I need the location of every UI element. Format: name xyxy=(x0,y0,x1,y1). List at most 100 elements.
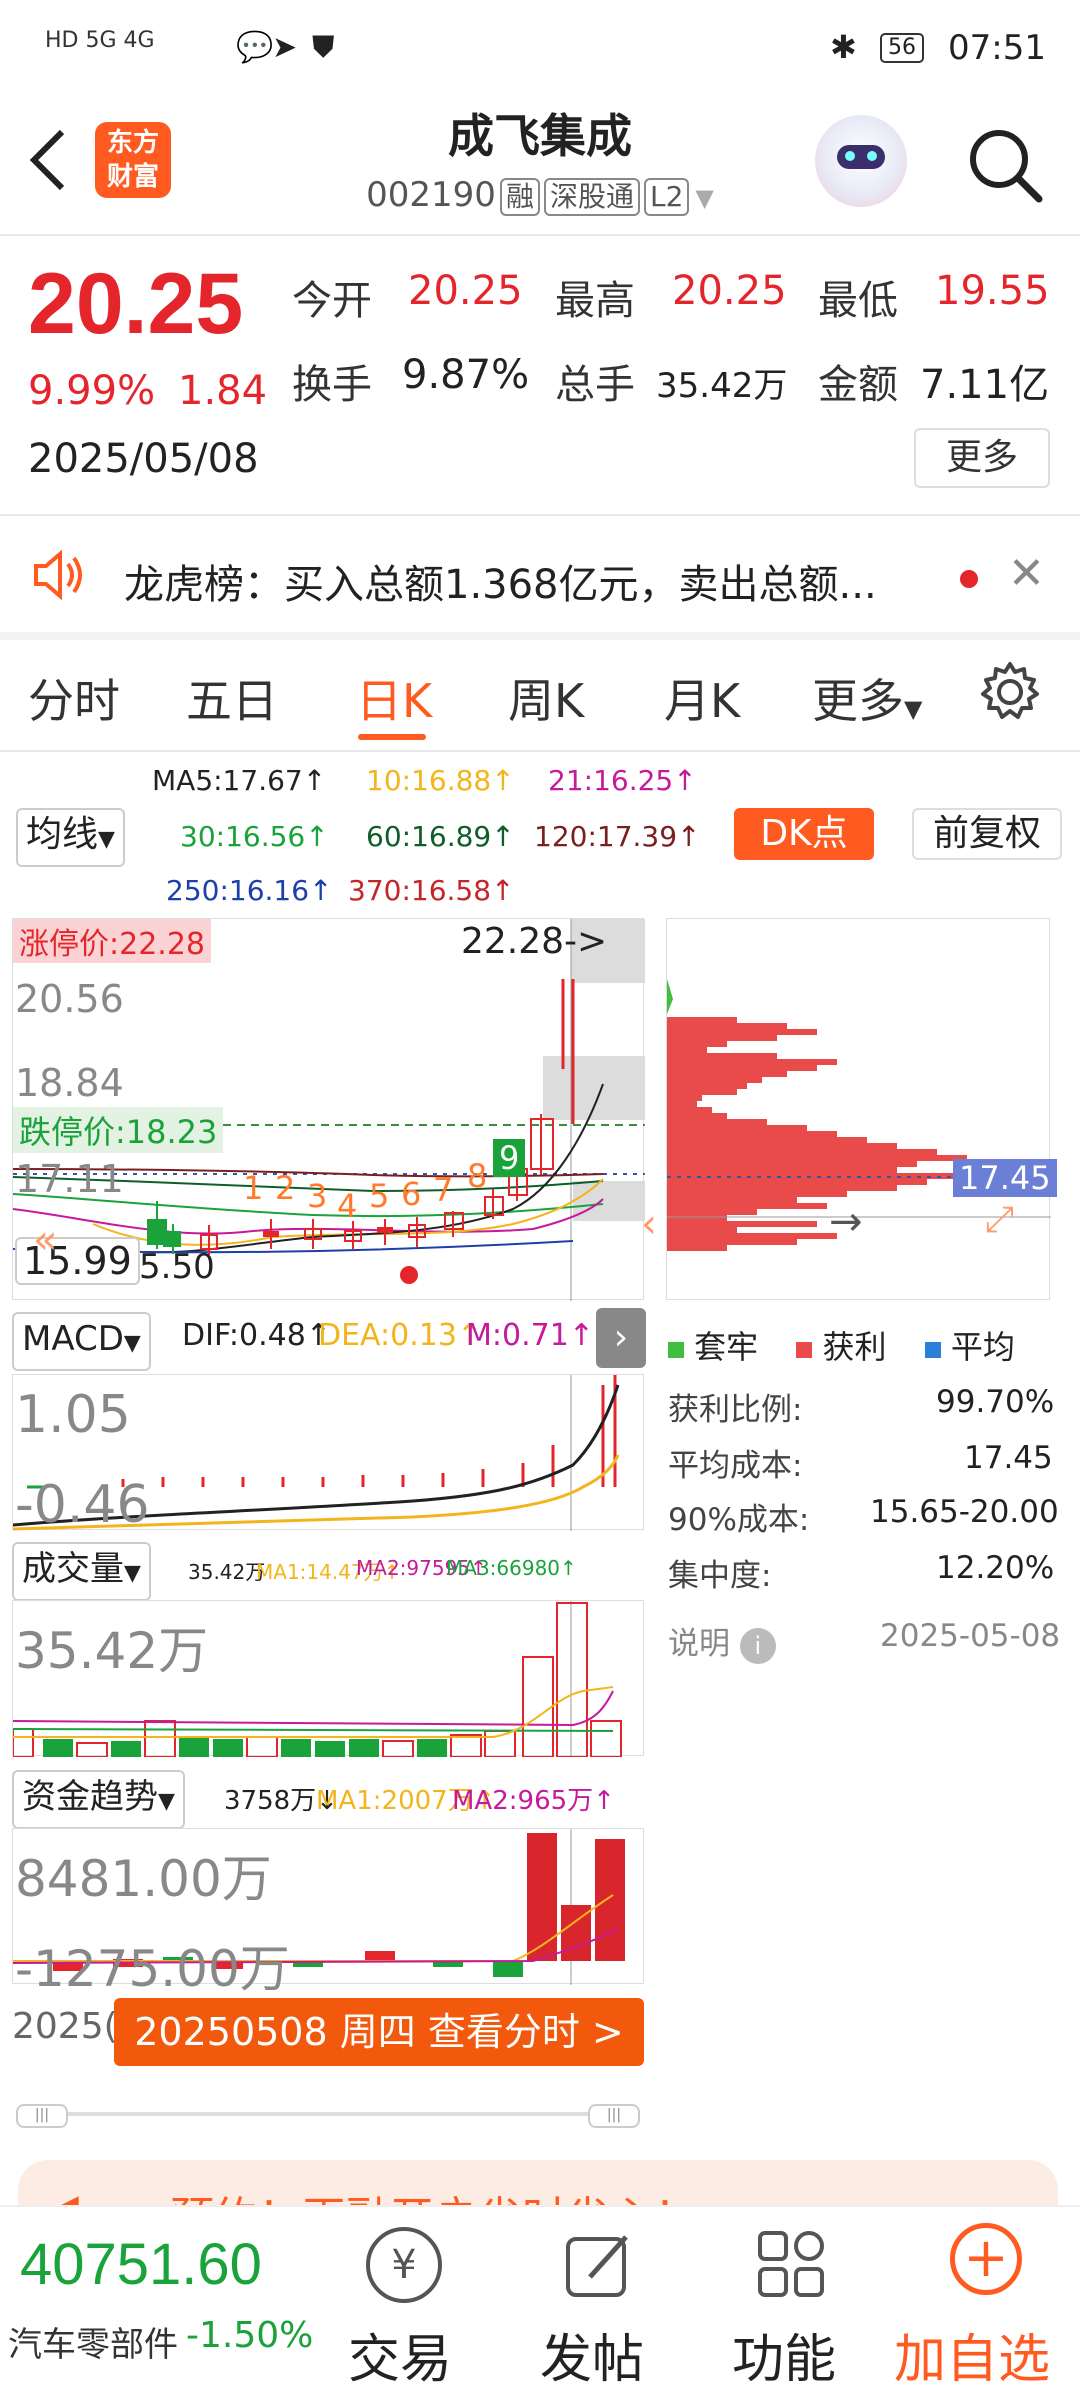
tab-intraday[interactable]: 分时 xyxy=(28,665,120,731)
settings-gear-icon[interactable] xyxy=(978,660,1042,724)
chip-stat-value: 12.20% xyxy=(936,1550,1055,1586)
function-button[interactable]: 功能 xyxy=(732,2317,836,2392)
macd-selector[interactable]: MACD▼ xyxy=(12,1312,151,1371)
amount-value: 7.11亿 xyxy=(920,362,1050,408)
fund-trend-selector[interactable]: 资金趋势▼ xyxy=(12,1770,185,1829)
chip-stat-label: 90%成本: xyxy=(668,1502,810,1538)
ma10-value: 10:16.88↑ xyxy=(366,764,515,797)
bottom-bar: 40751.60 汽车零部件 -1.50% ¥ 交易 发帖 功能 + 加自选 xyxy=(0,2205,1080,2400)
sector-index-value[interactable]: 40751.60 xyxy=(20,2231,262,2298)
expand-icon[interactable]: ⤢ xyxy=(985,1199,1014,1241)
kline-chart[interactable]: 涨停价:22.28 22.28-> 20.56 18.84 跌停价:18.23 … xyxy=(12,918,645,1301)
fund-trend-selector-label: 资金趋势 xyxy=(22,1777,158,1817)
robot-assistant-icon[interactable] xyxy=(815,115,907,207)
tab-monthly-k[interactable]: 月K xyxy=(664,665,740,731)
slider-track xyxy=(16,2112,640,2116)
ma-selector[interactable]: 均线▼ xyxy=(16,808,125,867)
volume-value: 35.42万 xyxy=(656,366,788,406)
stock-name: 成飞集成 xyxy=(448,109,632,163)
ma250-value: 250:16.16↑ xyxy=(166,874,333,907)
legend-swatch-profit xyxy=(796,1342,813,1358)
legend-trapped: 套牢 xyxy=(694,1328,759,1366)
adjust-button[interactable]: 前复权 xyxy=(912,808,1062,860)
add-watchlist-icon[interactable]: + xyxy=(950,2223,1022,2295)
avg-cost-tag: 17.45 xyxy=(953,1159,1057,1197)
chevron-left-icon[interactable]: « xyxy=(33,1217,57,1263)
chip-bars xyxy=(667,1017,977,1251)
chip-note[interactable]: 说明 i xyxy=(668,1618,776,1664)
speaker-icon xyxy=(34,550,82,600)
function-grid-icon[interactable] xyxy=(754,2227,830,2303)
chevron-left-icon[interactable]: ‹ xyxy=(641,1201,657,1247)
tag-margin: 融 xyxy=(499,178,540,216)
low-label: 最低 xyxy=(818,278,898,324)
tag-level2: L2 xyxy=(643,178,690,216)
add-watchlist-button[interactable]: 加自选 xyxy=(894,2317,1050,2392)
counter-label: 5 xyxy=(369,1177,390,1215)
legend-profit: 获利 xyxy=(822,1328,887,1366)
limit-up-tag: 22.28-> xyxy=(461,921,608,962)
dropdown-icon[interactable]: ▼ xyxy=(695,184,713,212)
post-edit-icon[interactable] xyxy=(560,2225,640,2305)
chip-stat-label: 获利比例: xyxy=(668,1392,803,1428)
divider xyxy=(0,514,1080,516)
notice-bar[interactable]: 龙虎榜：买入总额1.368亿元，卖出总额... ✕ xyxy=(0,518,1080,630)
macd-dif: DIF:0.48↑ xyxy=(182,1318,331,1353)
dropdown-icon: ▼ xyxy=(158,1789,175,1814)
tab-five-day[interactable]: 五日 xyxy=(186,665,278,731)
high-value: 20.25 xyxy=(672,268,787,314)
tab-daily-k[interactable]: 日K xyxy=(356,665,432,731)
volume-chart[interactable]: 35.42万 xyxy=(12,1600,644,1758)
ma21-value: 21:16.25↑ xyxy=(548,764,697,797)
low-value: 19.55 xyxy=(935,268,1050,314)
fund-trend-chart[interactable]: 8481.00万 -1275.00万 xyxy=(12,1828,644,1998)
dk-point-button[interactable]: DK点 xyxy=(734,808,874,860)
tab-more[interactable]: 更多▼ xyxy=(812,665,922,731)
range-slider[interactable]: ||| ||| xyxy=(16,2104,640,2128)
volume-selector-label: 成交量 xyxy=(22,1549,124,1589)
view-intraday-banner[interactable]: 20250508 周四 查看分时 > xyxy=(114,1998,644,2066)
chevron-right-icon[interactable]: › xyxy=(596,1308,646,1368)
volume-y-top: 35.42万 xyxy=(15,1622,209,1680)
slider-handle-left[interactable]: ||| xyxy=(16,2104,68,2128)
chip-stat-value: 99.70% xyxy=(936,1384,1055,1420)
chip-note-label: 说明 xyxy=(668,1626,730,1662)
tab-weekly-k[interactable]: 周K xyxy=(508,665,584,731)
fund-y-top: 8481.00万 xyxy=(15,1850,272,1908)
stock-code: 002190 xyxy=(366,175,496,215)
post-button[interactable]: 发帖 xyxy=(540,2317,644,2392)
close-icon[interactable]: ✕ xyxy=(1008,548,1045,599)
macd-chart[interactable]: 1.05 -0.46 xyxy=(12,1374,644,1535)
ma120-value: 120:17.39↑ xyxy=(534,820,701,853)
more-quote-button[interactable]: 更多 xyxy=(914,428,1050,488)
dropdown-icon: ▼ xyxy=(904,695,923,723)
divider xyxy=(0,234,1080,236)
limit-up-label: 涨停价:22.28 xyxy=(13,919,211,963)
notice-text: 龙虎榜：买入总额1.368亿元，卖出总额... xyxy=(124,562,877,608)
trade-button[interactable]: 交易 xyxy=(348,2317,452,2392)
x-axis-date: 2025( xyxy=(12,2006,118,2047)
tag-connect: 深股通 xyxy=(543,178,640,216)
macd-y-top: 1.05 xyxy=(15,1385,131,1445)
limit-down-label: 跌停价:18.23 xyxy=(13,1107,224,1153)
current-price: 20.25 xyxy=(28,256,244,352)
divider xyxy=(0,750,1080,752)
counter-label: 3 xyxy=(307,1177,328,1215)
info-icon: i xyxy=(739,1628,776,1664)
dropdown-icon: ▼ xyxy=(123,1331,141,1356)
ma370-value: 370:16.58↑ xyxy=(348,874,515,907)
fund-ma2: MA2:965万↑ xyxy=(452,1786,615,1816)
search-icon[interactable] xyxy=(965,125,1045,205)
chip-distribution-chart[interactable]: 17.45 ‹ → ⤢ xyxy=(641,918,1057,1300)
volume-selector[interactable]: 成交量▼ xyxy=(12,1542,151,1601)
chip-stat-label: 集中度: xyxy=(668,1558,772,1594)
change-pct: 9.99% xyxy=(28,368,156,414)
ma-selector-label: 均线 xyxy=(26,814,99,855)
arrow-right-icon: → xyxy=(829,1199,863,1245)
macd-selector-label: MACD xyxy=(22,1319,124,1359)
kline-shade xyxy=(543,1056,645,1120)
signal-indicator: HD 5G 4G xyxy=(45,28,155,53)
kline-shade xyxy=(573,1181,645,1221)
trade-icon[interactable]: ¥ xyxy=(366,2227,442,2303)
slider-handle-right[interactable]: ||| xyxy=(588,2104,640,2128)
